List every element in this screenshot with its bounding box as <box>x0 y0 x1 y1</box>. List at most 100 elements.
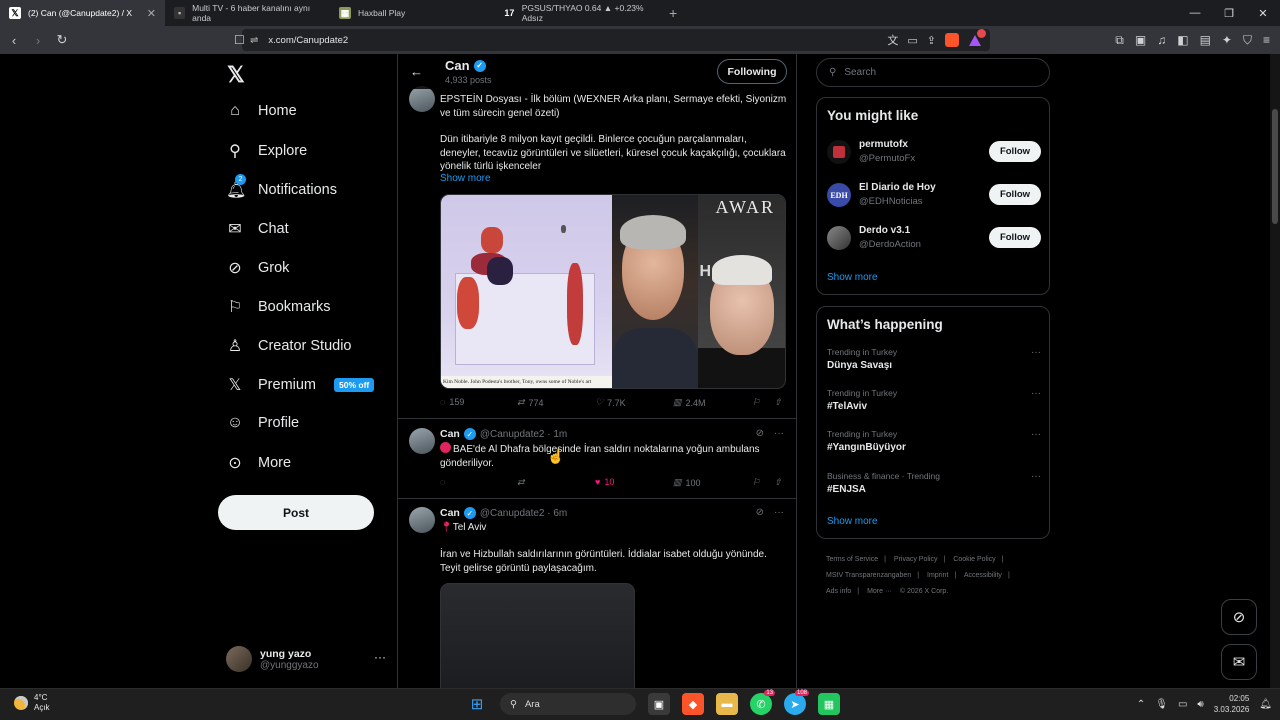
reply-button[interactable]: ◌ 159 <box>440 397 464 407</box>
grok-fab-button[interactable]: ⊘ <box>1221 599 1257 635</box>
brave-browser-icon[interactable]: ◆ <box>682 693 704 715</box>
nav-creator-studio[interactable]: ♙ Creator Studio <box>226 336 352 356</box>
cast-icon[interactable]: ▭ <box>907 34 917 47</box>
account-switcher[interactable]: yung yazo @yunggyazo ··· <box>226 644 386 674</box>
windows-start-icon[interactable]: ⊞ <box>466 693 488 715</box>
suggestion-name[interactable]: El Diario de Hoy <box>859 182 936 193</box>
url-box[interactable]: ☐ ⇌ x.com/Canupdate2 文 ▭ ⇪ <box>234 29 990 51</box>
page-scrollbar[interactable] <box>1270 54 1280 688</box>
more-dots-icon[interactable]: ··· <box>774 507 784 518</box>
author-handle[interactable]: @Canupdate2 · 1m <box>480 429 567 440</box>
microphone-icon[interactable]: 🎙︎ <box>1155 699 1168 710</box>
nav-profile[interactable]: ☺ Profile <box>226 414 299 432</box>
tab-multi-tv[interactable]: ▪ Multi TV - 6 haber kanalını aynı anda <box>165 0 330 26</box>
post-button[interactable]: Post <box>218 495 374 530</box>
author-handle[interactable]: @Canupdate2 · 6m <box>480 508 567 519</box>
x-logo[interactable]: 𝕏 <box>227 62 245 88</box>
back-icon[interactable]: ‹ <box>4 30 24 50</box>
suggestion-name[interactable]: Derdo v3.1 <box>859 225 910 236</box>
clock[interactable]: 02:05 3.03.2026 <box>1214 693 1250 715</box>
suggestion-name[interactable]: permutofx <box>859 139 908 150</box>
nav-explore[interactable]: ⚲ Explore <box>226 141 307 161</box>
telegram-icon[interactable]: ➤ 108 <box>784 690 809 715</box>
nav-premium[interactable]: 𝕏 Premium 50% off <box>226 375 375 395</box>
tweet-image-portrait[interactable] <box>612 195 698 388</box>
new-tab-button[interactable]: + <box>660 5 686 21</box>
leo-ai-icon[interactable]: ✦ <box>1222 33 1232 48</box>
nav-chat[interactable]: ✉ Chat <box>226 219 288 239</box>
like-button[interactable]: ♡ 7.7K <box>595 397 626 408</box>
bookmark-page-icon[interactable]: ☐ <box>234 33 245 47</box>
more-dots-icon[interactable]: ··· <box>774 428 784 439</box>
trend-item[interactable]: Business & finance · Trending #ENJSA ··· <box>827 471 1041 501</box>
trend-item[interactable]: Trending in Turkey Dünya Savaşı ··· <box>827 347 1041 377</box>
show-more-link[interactable]: Show more <box>827 272 878 283</box>
repost-button[interactable]: ⇄ <box>517 477 525 488</box>
volume-icon[interactable]: 🔊︎ <box>1197 699 1203 710</box>
menu-icon[interactable]: ≡ <box>1263 33 1270 48</box>
like-button[interactable]: ♥ 10 <box>595 477 614 487</box>
grok-explain-icon[interactable]: ⊘ <box>756 507 764 518</box>
footer-link[interactable]: Terms of Service <box>826 556 878 563</box>
translate-icon[interactable]: 文 <box>887 32 898 48</box>
window-close-icon[interactable]: ✕ <box>1246 0 1280 26</box>
nav-notifications[interactable]: 🔔︎ 2 Notifications <box>226 174 337 200</box>
suggestion-item[interactable]: Derdo v3.1 @DerdoAction Follow <box>827 224 1041 254</box>
weather-widget[interactable]: 4°C Açık <box>14 693 50 713</box>
nav-more[interactable]: ⊙ More <box>226 453 291 473</box>
footer-link[interactable]: Ads info <box>826 588 851 595</box>
more-dots-icon[interactable]: ··· <box>1031 347 1041 358</box>
trend-item[interactable]: Trending in Turkey #YangınBüyüyor ··· <box>827 429 1041 459</box>
close-icon[interactable]: ✕ <box>147 7 156 20</box>
whatsapp-icon[interactable]: ✆ 13 <box>750 690 775 715</box>
nav-home[interactable]: ⌂ Home <box>226 102 297 120</box>
views-button[interactable]: ▥ 100 <box>673 477 701 488</box>
messages-fab-button[interactable]: ✉ <box>1221 644 1257 680</box>
network-icon[interactable]: ▭ <box>1178 699 1187 710</box>
share-button[interactable]: ⇧ <box>774 397 782 408</box>
tweet-image-grid[interactable]: Kim Noble. John Podesta's brother, Tony,… <box>440 194 786 389</box>
footer-link[interactable]: Accessibility <box>964 572 1002 579</box>
app-icon[interactable]: ▦ <box>818 693 840 715</box>
sidebar-toggle-icon[interactable]: ◧ <box>1177 33 1188 48</box>
tab-x-profile[interactable]: 𝕏 (2) Can (@Canupdate2) / X ✕ <box>0 0 165 26</box>
brave-shields-icon[interactable] <box>945 33 959 47</box>
follow-button[interactable]: Follow <box>989 141 1041 162</box>
grok-explain-icon[interactable]: ⊘ <box>756 428 764 439</box>
tweet-image-portrait[interactable]: AWAR H <box>697 195 785 388</box>
views-button[interactable]: ▥ 2.4M <box>673 397 706 408</box>
back-arrow-icon[interactable]: ← <box>410 64 423 79</box>
maximize-icon[interactable]: ❐ <box>1212 0 1246 26</box>
file-explorer-icon[interactable]: ▬ <box>716 693 738 715</box>
vpn-icon[interactable]: ⛉ <box>1243 33 1252 48</box>
chevron-up-icon[interactable]: ⌃ <box>1137 699 1145 710</box>
bookmark-button[interactable]: ⚐ <box>752 397 760 408</box>
nav-bookmarks[interactable]: ⚐ Bookmarks <box>226 297 331 317</box>
trend-item[interactable]: Trending in Turkey #TelAviv ··· <box>827 388 1041 418</box>
follow-button[interactable]: Follow <box>989 227 1041 248</box>
follow-button[interactable]: Follow <box>989 184 1041 205</box>
footer-link[interactable]: More ··· <box>867 588 892 595</box>
footer-link[interactable]: Imprint <box>927 572 948 579</box>
notifications-icon[interactable]: 🔔︎ <box>1259 699 1272 710</box>
search-input[interactable]: ⚲ Search <box>816 58 1050 87</box>
forward-icon[interactable]: › <box>28 30 48 50</box>
footer-link[interactable]: Privacy Policy <box>894 556 938 563</box>
show-more-link[interactable]: Show more <box>440 173 491 184</box>
music-icon[interactable]: ♫ <box>1157 33 1166 48</box>
more-dots-icon[interactable]: ··· <box>1031 429 1041 440</box>
share-button[interactable]: ⇧ <box>774 477 782 488</box>
following-button[interactable]: Following <box>717 59 787 84</box>
screenshot-icon[interactable]: ▣ <box>1135 33 1146 48</box>
tab-tradingview[interactable]: 17 PGSUS/THYAO 0.64 ▲ +0.23% Adsız <box>495 0 660 26</box>
author-name[interactable]: Can <box>440 507 460 519</box>
footer-link[interactable]: Cookie Policy <box>953 556 995 563</box>
minimize-icon[interactable]: — <box>1178 0 1212 26</box>
tweet-video[interactable] <box>440 583 635 688</box>
share-icon[interactable]: ⇪ <box>927 34 936 47</box>
more-dots-icon[interactable]: ··· <box>1031 388 1041 399</box>
url-text[interactable]: x.com/Canupdate2 <box>268 35 348 46</box>
task-view-icon[interactable]: ▣ <box>648 693 670 715</box>
avatar[interactable] <box>409 86 435 112</box>
author-name[interactable]: Can <box>440 428 460 440</box>
